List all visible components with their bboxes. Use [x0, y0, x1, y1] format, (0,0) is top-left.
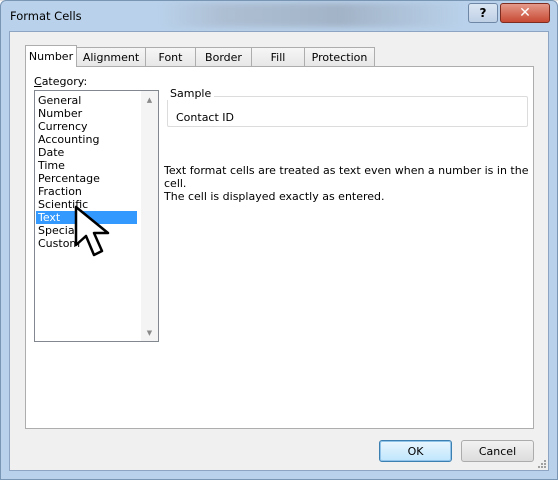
number-tab-panel: Category: General Number Currency Accoun…: [25, 66, 534, 429]
category-item-number[interactable]: Number: [36, 107, 137, 120]
help-button[interactable]: ?: [468, 3, 498, 23]
category-label-rest: ategory:: [41, 75, 88, 88]
category-label: Category:: [34, 75, 87, 88]
category-item-currency[interactable]: Currency: [36, 120, 137, 133]
category-item-date[interactable]: Date: [36, 146, 137, 159]
tab-number[interactable]: Number: [25, 45, 77, 67]
category-label-accesskey: C: [34, 75, 42, 88]
category-listbox[interactable]: General Number Currency Accounting Date …: [34, 90, 159, 342]
tab-strip: Number Alignment Font Border Fill Protec…: [25, 45, 375, 67]
format-description: Text format cells are treated as text ev…: [164, 164, 532, 203]
category-item-fraction[interactable]: Fraction: [36, 185, 137, 198]
dialog-client-area: Number Alignment Font Border Fill Protec…: [9, 31, 549, 471]
close-button[interactable]: ✕: [500, 3, 550, 23]
category-item-special[interactable]: Special: [36, 224, 137, 237]
category-item-percentage[interactable]: Percentage: [36, 172, 137, 185]
cancel-button[interactable]: Cancel: [461, 440, 534, 462]
close-icon: ✕: [519, 5, 531, 21]
tab-protection[interactable]: Protection: [304, 47, 375, 67]
tab-font[interactable]: Font: [145, 47, 196, 67]
category-scrollbar[interactable]: ▲ ▼: [141, 91, 158, 341]
tab-border[interactable]: Border: [195, 47, 252, 67]
category-item-general[interactable]: General: [36, 94, 137, 107]
sample-legend: Sample: [167, 87, 215, 100]
ok-button[interactable]: OK: [379, 440, 452, 462]
tab-alignment[interactable]: Alignment: [76, 47, 146, 67]
resize-grip-icon[interactable]: [536, 458, 546, 468]
category-item-scientific[interactable]: Scientific: [36, 198, 137, 211]
category-item-text[interactable]: Text: [36, 211, 137, 224]
description-line-2: The cell is displayed exactly as entered…: [164, 190, 385, 203]
help-icon: ?: [479, 6, 487, 20]
tab-fill[interactable]: Fill: [251, 47, 305, 67]
format-cells-dialog: Format Cells ? ✕ Number Alignment Font B…: [0, 0, 558, 480]
description-line-1: Text format cells are treated as text ev…: [164, 164, 529, 190]
category-item-custom[interactable]: Custom: [36, 237, 137, 250]
blurred-background-text: [161, 3, 461, 27]
dialog-title: Format Cells: [10, 9, 82, 23]
category-item-accounting[interactable]: Accounting: [36, 133, 137, 146]
category-item-time[interactable]: Time: [36, 159, 137, 172]
scroll-down-icon[interactable]: ▼: [141, 324, 158, 341]
sample-value: Contact ID: [176, 111, 235, 124]
category-list: General Number Currency Accounting Date …: [36, 94, 137, 250]
title-bar[interactable]: Format Cells ? ✕: [1, 1, 557, 35]
scroll-up-icon[interactable]: ▲: [141, 91, 158, 108]
